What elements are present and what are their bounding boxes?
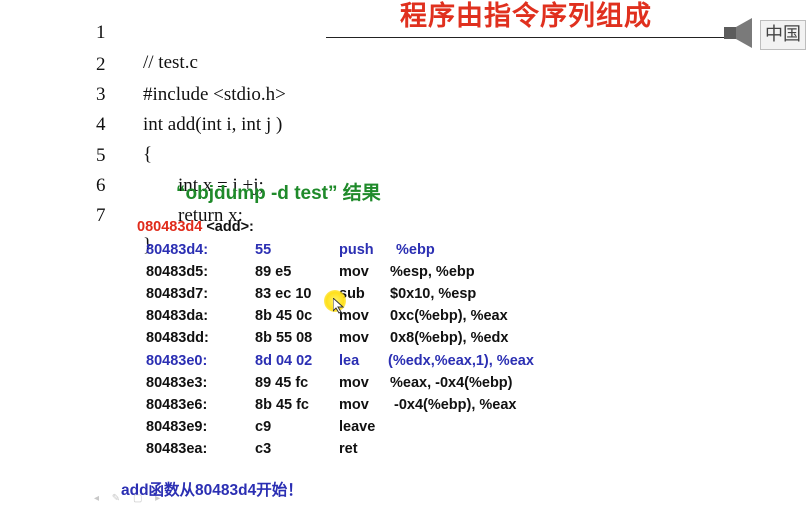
asm-mnemonic: mov — [339, 375, 369, 391]
code-line: 4 { — [0, 80, 152, 165]
asm-bytes: c3 — [255, 441, 272, 457]
asm-address: 80483ea: — [146, 441, 208, 457]
asm-bytes: 89 e5 — [255, 264, 292, 280]
asm-operands: -0x4(%ebp), %eax — [394, 397, 517, 413]
code-line: 6 return x: — [0, 141, 243, 226]
code-line: 7 } — [0, 171, 152, 256]
asm-mnemonic: mov — [339, 397, 369, 413]
presentation-slide: 程序由指令序列组成 中国 1 // test.c 2 #include <std… — [0, 0, 806, 506]
asm-address: 80483e3: — [146, 375, 208, 391]
asm-bytes: 89 45 fc — [255, 375, 309, 391]
code-line: 5 int x = i +j; — [0, 111, 264, 196]
asm-operands: 0x8(%ebp), %edx — [390, 330, 509, 346]
asm-bytes: 8b 45 fc — [255, 397, 309, 413]
asm-bytes: 55 — [255, 242, 272, 258]
asm-operands: $0x10, %esp — [390, 286, 477, 302]
objdump-caption: “objdump -d test” 结果 — [176, 183, 381, 204]
asm-mnemonic: ret — [339, 441, 358, 457]
code-line: 3 int add(int i, int j ) — [0, 50, 282, 135]
slide-title: 程序由指令序列组成 — [400, 1, 652, 32]
asm-mnemonic: lea — [339, 353, 360, 369]
asm-operands: %esp, %ebp — [390, 264, 475, 280]
asm-mnemonic: mov — [339, 330, 369, 346]
asm-address: 80483d4: — [146, 242, 209, 258]
function-label: <add>: — [206, 219, 254, 235]
code-text: int add(int i, int j ) — [143, 114, 283, 135]
asm-address: 80483e6: — [146, 397, 208, 413]
language-badge[interactable]: 中国 — [760, 20, 806, 50]
asm-address: 80483dd: — [146, 330, 209, 346]
asm-operands: 0xc(%ebp), %eax — [390, 308, 508, 324]
asm-address: 80483da: — [146, 308, 209, 324]
code-text: // test.c — [143, 52, 198, 73]
speaker-icon[interactable] — [722, 17, 762, 49]
asm-bytes: 83 ec 10 — [255, 286, 312, 302]
code-line: 1 // test.c — [0, 0, 198, 73]
asm-bytes: 8b 55 08 — [255, 330, 313, 346]
code-text: { — [143, 144, 153, 165]
asm-bytes: 8d 04 02 — [255, 353, 313, 369]
asm-address: 80483e0: — [146, 353, 208, 369]
line-number: 7 — [96, 205, 106, 226]
asm-address: 80483d5: — [146, 264, 209, 280]
code-text: #include <stdio.h> — [143, 84, 286, 105]
presenter-controls[interactable]: ◂ ✎ ▢ ▸ — [94, 493, 165, 504]
line-number: 1 — [96, 22, 106, 43]
line-number: 3 — [96, 84, 106, 105]
mouse-cursor-icon — [333, 298, 345, 314]
line-number: 5 — [96, 145, 106, 166]
line-number: 4 — [96, 114, 106, 135]
asm-operands: %ebp — [396, 242, 435, 258]
asm-mnemonic: leave — [339, 419, 376, 435]
function-header: 080483d4 <add>: — [137, 219, 254, 235]
function-address: 080483d4 — [137, 219, 203, 235]
asm-address: 80483d7: — [146, 286, 209, 302]
code-line: 2 #include <stdio.h> — [0, 20, 286, 105]
line-number: 6 — [96, 175, 106, 196]
title-underline — [326, 37, 726, 38]
asm-operands: (%edx,%eax,1), %eax — [388, 353, 534, 369]
asm-mnemonic: push — [339, 242, 374, 258]
line-number: 2 — [96, 54, 106, 75]
asm-operands: %eax, -0x4(%ebp) — [390, 375, 513, 391]
asm-address: 80483e9: — [146, 419, 208, 435]
asm-bytes: 8b 45 0c — [255, 308, 313, 324]
asm-mnemonic: mov — [339, 264, 369, 280]
asm-bytes: c9 — [255, 419, 272, 435]
